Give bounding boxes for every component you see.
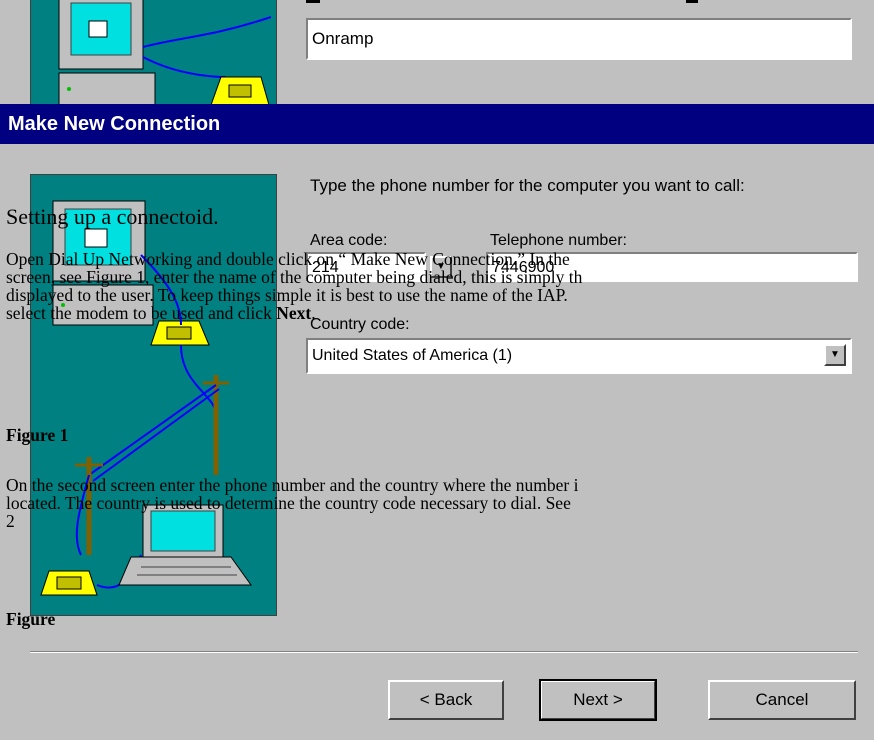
dropdown-arrow-icon[interactable]: ▼ xyxy=(824,344,846,366)
instruction-text: Type the phone number for the computer y… xyxy=(310,176,745,195)
computer-phone-illustration xyxy=(58,0,272,105)
window-title: Make New Connection xyxy=(0,104,874,144)
separator xyxy=(30,651,858,653)
telephone-icon xyxy=(210,76,270,105)
network-illustration xyxy=(40,200,252,596)
cancel-button[interactable]: Cancel xyxy=(708,680,856,720)
next-button[interactable]: Next > xyxy=(539,679,657,721)
area-code-label: Area code: xyxy=(310,232,388,249)
document-heading: Setting up a connectoid. xyxy=(6,204,219,229)
document-line: screen, see Figure 1, enter the name of … xyxy=(6,267,583,287)
figure-caption: Figure xyxy=(6,609,56,629)
dialog-illustration xyxy=(30,174,277,616)
previous-dialog: Onramp xyxy=(0,0,874,106)
country-code-label: Country code: xyxy=(310,316,410,333)
figure-caption: Figure 1 xyxy=(6,425,69,445)
computer-icon xyxy=(58,0,156,105)
country-code-value: United States of America (1) xyxy=(312,347,513,364)
document-text: . xyxy=(311,303,316,323)
country-code-select[interactable]: United States of America (1) xyxy=(306,338,852,374)
document-text: select the modem to be used and click xyxy=(6,303,277,323)
telephone-icon xyxy=(40,570,98,596)
document-line: 2 xyxy=(6,511,15,531)
document-line: select the modem to be used and click Ne… xyxy=(6,304,316,322)
label-strip xyxy=(306,0,726,4)
previous-dialog-illustration xyxy=(30,0,277,106)
document-line: displayed to the user. To keep things si… xyxy=(6,285,568,305)
document-line: located. The country is used to determin… xyxy=(6,493,571,513)
laptop-icon xyxy=(118,504,252,586)
back-button[interactable]: < Back xyxy=(388,680,504,720)
computer-name-input[interactable]: Onramp xyxy=(306,18,852,60)
make-new-connection-dialog: Type the phone number for the computer y… xyxy=(0,144,874,740)
document-line: Open Dial Up Networking and double click… xyxy=(6,249,570,269)
document-line: On the second screen enter the phone num… xyxy=(6,475,579,495)
telephone-number-label: Telephone number: xyxy=(490,232,627,249)
document-bold-text: Next xyxy=(276,303,312,323)
